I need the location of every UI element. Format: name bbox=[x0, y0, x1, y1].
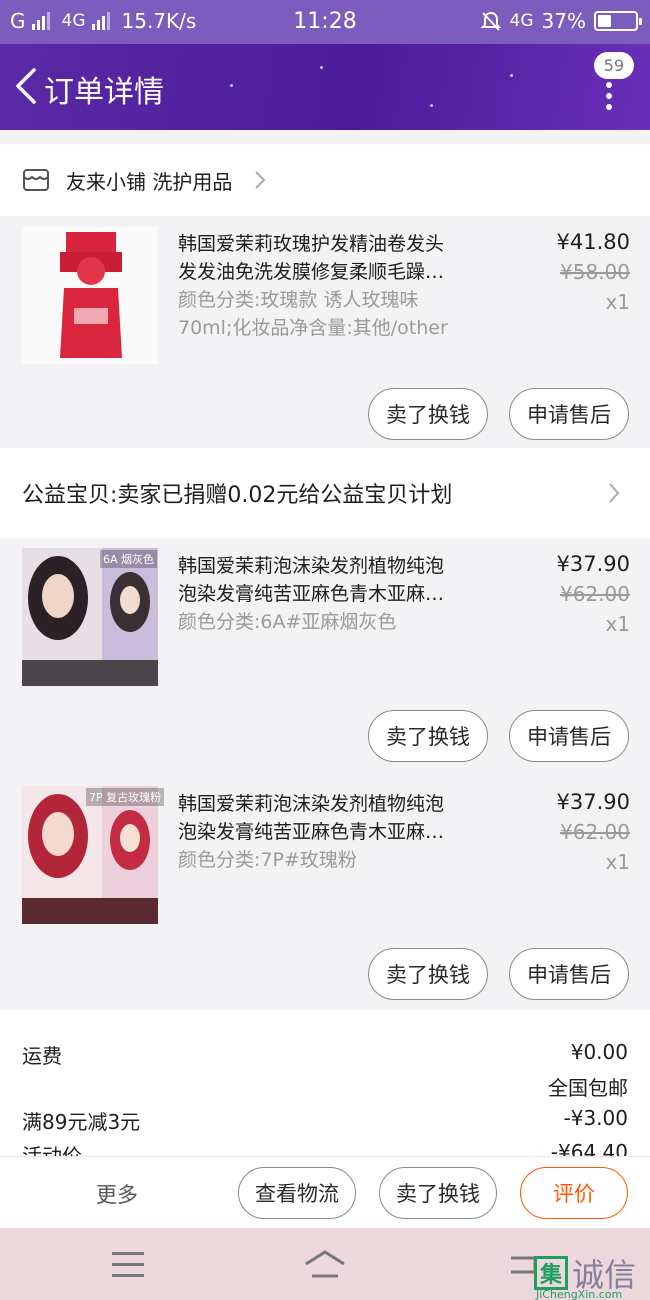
more-button[interactable]: 更多 bbox=[96, 1179, 138, 1209]
after-sales-button[interactable]: 申请售后 bbox=[509, 948, 629, 1000]
after-sales-button[interactable]: 申请售后 bbox=[509, 388, 629, 440]
product-price: ¥41.80 bbox=[556, 230, 630, 254]
page-title: 订单详情 bbox=[44, 75, 164, 110]
battery-percent: 37% bbox=[541, 9, 586, 33]
charity-text: 公益宝贝:卖家已捐赠0.02元给公益宝贝计划 bbox=[22, 483, 453, 508]
more-vertical-icon[interactable] bbox=[606, 82, 614, 114]
sell-button[interactable]: 卖了换钱 bbox=[368, 388, 488, 440]
product-name[interactable]: 韩国爱茉莉玫瑰护发精油卷发头 发发油免洗发膜修复柔顺毛躁… bbox=[178, 230, 498, 286]
thumb-label: 6A 烟灰色 bbox=[100, 550, 158, 568]
product-name-line: 泡染发膏纯苦亚麻色青木亚麻… bbox=[178, 583, 445, 605]
product-price: ¥37.90 bbox=[556, 552, 630, 576]
sell-button[interactable]: 卖了换钱 bbox=[368, 710, 488, 762]
promo-label: 活动价 bbox=[22, 1144, 82, 1156]
chevron-right-icon bbox=[255, 171, 266, 189]
shipping-value: ¥0.00 bbox=[570, 1040, 628, 1064]
discount-row: 满89元减3元 -¥3.00 bbox=[22, 1106, 628, 1136]
product-name-line: 韩国爱茉莉泡沫染发剂植物纯泡 bbox=[178, 793, 445, 815]
nav-bar: 订单详情 59 bbox=[0, 44, 650, 130]
product-quantity: x1 bbox=[605, 290, 630, 314]
rate-button[interactable]: 评价 bbox=[520, 1167, 628, 1219]
shop-row[interactable]: 友来小铺 洗护用品 bbox=[0, 144, 650, 216]
product-original-price: ¥62.00 bbox=[560, 582, 630, 606]
view-logistics-button[interactable]: 查看物流 bbox=[238, 1167, 356, 1219]
shipping-row: 运费 ¥0.00 bbox=[22, 1040, 628, 1070]
product-name[interactable]: 韩国爱茉莉泡沫染发剂植物纯泡 泡染发膏纯苦亚麻色青木亚麻… bbox=[178, 552, 498, 608]
chevron-right-icon bbox=[609, 483, 620, 503]
shipping-note: 全国包邮 bbox=[548, 1076, 628, 1100]
watermark-logo: 集 诚信 JiChengXin.com bbox=[534, 1250, 636, 1300]
star-dot bbox=[230, 84, 233, 87]
product-name-line: 韩国爱茉莉玫瑰护发精油卷发头 bbox=[178, 233, 445, 255]
watermark-url: JiChengXin.com bbox=[536, 1288, 623, 1300]
product-price: ¥37.90 bbox=[556, 790, 630, 814]
shipping-label: 运费 bbox=[22, 1044, 62, 1068]
product-spec-line: 颜色分类:6A#亚麻烟灰色 bbox=[178, 611, 397, 633]
product-spec-line: 颜色分类:玫瑰款 诱人玫瑰味 bbox=[178, 289, 419, 311]
bottom-action-bar: 更多 查看物流 卖了换钱 评价 bbox=[0, 1156, 650, 1228]
thumb-label: 7P 复古玫瑰粉 bbox=[86, 788, 165, 806]
alarm-off-icon bbox=[480, 11, 501, 31]
home-icon[interactable] bbox=[302, 1248, 348, 1280]
shipping-note-row: 全国包邮 bbox=[22, 1072, 628, 1102]
discount-label: 满89元减3元 bbox=[22, 1110, 141, 1134]
product-name[interactable]: 韩国爱茉莉泡沫染发剂植物纯泡 泡染发膏纯苦亚麻色青木亚麻… bbox=[178, 790, 498, 846]
sell-button[interactable]: 卖了换钱 bbox=[379, 1167, 497, 1219]
star-dot bbox=[430, 104, 433, 107]
order-item[interactable]: 6A 烟灰色 韩国爱茉莉泡沫染发剂植物纯泡 泡染发膏纯苦亚麻色青木亚麻… 颜色分… bbox=[0, 538, 650, 774]
after-sales-button[interactable]: 申请售后 bbox=[509, 710, 629, 762]
product-spec: 颜色分类:玫瑰款 诱人玫瑰味 70ml;化妆品净含量:其他/other bbox=[178, 286, 498, 342]
product-spec: 颜色分类:7P#玫瑰粉 bbox=[178, 846, 498, 874]
product-spec: 颜色分类:6A#亚麻烟灰色 bbox=[178, 608, 498, 636]
product-image[interactable] bbox=[22, 226, 158, 364]
menu-icon[interactable] bbox=[112, 1252, 144, 1277]
product-spec-line: 70ml;化妆品净含量:其他/other bbox=[178, 317, 448, 339]
product-original-price: ¥62.00 bbox=[560, 820, 630, 844]
order-item[interactable]: 韩国爱茉莉玫瑰护发精油卷发头 发发油免洗发膜修复柔顺毛躁… 颜色分类:玫瑰款 诱… bbox=[0, 216, 650, 452]
product-original-price: ¥58.00 bbox=[560, 260, 630, 284]
order-item[interactable]: 7P 复古玫瑰粉 韩国爱茉莉泡沫染发剂植物纯泡 泡染发膏纯苦亚麻色青木亚麻… 颜… bbox=[0, 776, 650, 1012]
message-count-badge[interactable]: 59 bbox=[593, 52, 634, 79]
order-totals: 运费 ¥0.00 全国包邮 满89元减3元 -¥3.00 活动价 -¥64.40 bbox=[0, 1010, 650, 1156]
promo-row: 活动价 -¥64.40 bbox=[22, 1140, 628, 1156]
network-right-label: 4G bbox=[509, 11, 534, 31]
product-name-line: 发发油免洗发膜修复柔顺毛躁… bbox=[178, 261, 445, 283]
product-image[interactable] bbox=[22, 786, 158, 924]
discount-value: -¥3.00 bbox=[563, 1106, 628, 1130]
sell-button[interactable]: 卖了换钱 bbox=[368, 948, 488, 1000]
charity-row[interactable]: 公益宝贝:卖家已捐赠0.02元给公益宝贝计划 bbox=[0, 448, 650, 538]
star-dot bbox=[510, 74, 513, 77]
status-right: 4G 37% bbox=[480, 9, 642, 33]
watermark-box: 集 bbox=[534, 1256, 568, 1290]
battery-icon bbox=[594, 11, 642, 31]
shop-name: 友来小铺 洗护用品 bbox=[66, 169, 233, 194]
product-image[interactable] bbox=[22, 548, 158, 686]
product-name-line: 韩国爱茉莉泡沫染发剂植物纯泡 bbox=[178, 555, 445, 577]
product-quantity: x1 bbox=[605, 850, 630, 874]
product-spec-line: 颜色分类:7P#玫瑰粉 bbox=[178, 849, 357, 871]
back-chevron-icon[interactable] bbox=[12, 66, 42, 106]
star-dot bbox=[320, 66, 323, 69]
order-content[interactable]: 友来小铺 洗护用品 韩国爱茉莉玫瑰护发精油卷发头 发发油免洗发膜修复柔顺毛躁… … bbox=[0, 130, 650, 1156]
product-name-line: 泡染发膏纯苦亚麻色青木亚麻… bbox=[178, 821, 445, 843]
store-icon bbox=[23, 169, 49, 191]
status-bar: G 4G 15.7K/s 11:28 4G 37% bbox=[0, 0, 650, 44]
promo-value: -¥64.40 bbox=[550, 1140, 628, 1156]
battery-fill bbox=[598, 15, 611, 27]
product-quantity: x1 bbox=[605, 612, 630, 636]
